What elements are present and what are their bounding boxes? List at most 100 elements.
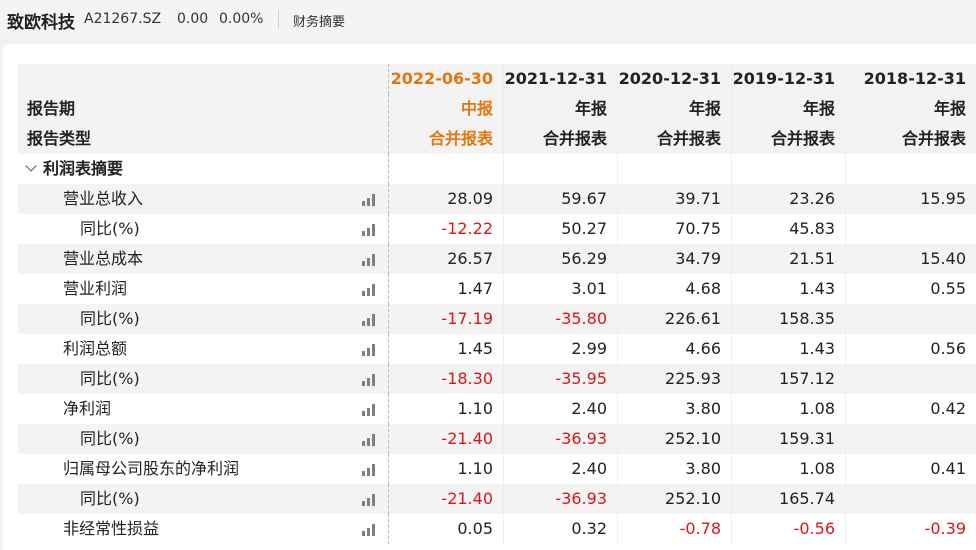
- row-label: 同比(%): [18, 484, 388, 514]
- row-label-text: 归属母公司股东的净利润: [63, 459, 240, 478]
- table-cell: 225.93: [617, 364, 731, 394]
- table-cell: [845, 424, 976, 454]
- table-cell: 1.08: [731, 454, 845, 484]
- table-cell: -17.19: [388, 304, 503, 334]
- table-cell: 1.45: [388, 334, 503, 364]
- column-period: 年报: [503, 94, 617, 124]
- header-corner: [18, 64, 388, 94]
- table-cell: 3.80: [617, 454, 731, 484]
- table-cell: 252.10: [617, 424, 731, 454]
- bar-chart-icon[interactable]: [362, 373, 378, 386]
- row-label: 同比(%): [18, 214, 388, 244]
- table-cell: 34.79: [617, 244, 731, 274]
- table-cell: -21.40: [388, 484, 503, 514]
- table-cell: 0.42: [845, 394, 976, 424]
- row-label: 归属母公司股东的净利润: [18, 454, 388, 484]
- row-label-text: 利润总额: [63, 339, 128, 358]
- table-cell: 45.83: [731, 214, 845, 244]
- table-cell: 0.05: [388, 514, 503, 544]
- column-date[interactable]: 2021-12-31: [503, 64, 617, 94]
- bar-chart-icon[interactable]: [362, 313, 378, 326]
- stock-price: 0.00: [177, 11, 209, 27]
- table-cell: 70.75: [617, 214, 731, 244]
- column-period: 年报: [617, 94, 731, 124]
- stock-header: 致欧科技 A21267.SZ 0.00 0.00% 财务摘要: [0, 0, 976, 40]
- table-cell: 2.40: [503, 394, 617, 424]
- bar-chart-icon[interactable]: [362, 403, 378, 416]
- column-report-type: 合并报表: [617, 124, 731, 154]
- row-label-text: 非经常性损益: [63, 519, 160, 538]
- row-label-text: 同比(%): [80, 429, 140, 448]
- row-label: 同比(%): [18, 304, 388, 334]
- table-cell: 252.10: [617, 484, 731, 514]
- column-report-type: 合并报表: [388, 124, 503, 154]
- column-date[interactable]: 2022-06-30: [388, 64, 503, 94]
- table-cell: -36.93: [503, 484, 617, 514]
- table-cell: 56.29: [503, 244, 617, 274]
- table-cell: 158.35: [731, 304, 845, 334]
- table-cell: 1.08: [731, 394, 845, 424]
- table-cell: 0.41: [845, 454, 976, 484]
- table-cell: 0.32: [503, 514, 617, 544]
- row-label-text: 营业总成本: [63, 249, 144, 268]
- table-cell: 1.43: [731, 334, 845, 364]
- section-tab-financial-summary[interactable]: 财务摘要: [293, 11, 345, 30]
- table-cell: 0.56: [845, 334, 976, 364]
- row-label-text: 同比(%): [80, 489, 140, 508]
- column-report-type: 合并报表: [503, 124, 617, 154]
- column-date[interactable]: 2019-12-31: [731, 64, 845, 94]
- section-spacer: [845, 154, 976, 184]
- column-period: 年报: [845, 94, 976, 124]
- section-spacer: [617, 154, 731, 184]
- bar-chart-icon[interactable]: [362, 433, 378, 446]
- bar-chart-icon[interactable]: [362, 493, 378, 506]
- column-date[interactable]: 2020-12-31: [617, 64, 731, 94]
- table-cell: [845, 304, 976, 334]
- section-spacer: [503, 154, 617, 184]
- table-cell: [845, 484, 976, 514]
- table-cell: 3.01: [503, 274, 617, 304]
- table-cell: 15.40: [845, 244, 976, 274]
- row-label: 营业总成本: [18, 244, 388, 274]
- bar-chart-icon[interactable]: [362, 523, 378, 536]
- table-cell: 50.27: [503, 214, 617, 244]
- table-cell: 15.95: [845, 184, 976, 214]
- table-cell: -0.78: [617, 514, 731, 544]
- table-cell: 2.99: [503, 334, 617, 364]
- row-label-text: 营业利润: [63, 279, 128, 298]
- table-cell: -0.39: [845, 514, 976, 544]
- bar-chart-icon[interactable]: [362, 193, 378, 206]
- section-spacer: [731, 154, 845, 184]
- table-cell: 1.43: [731, 274, 845, 304]
- row-label-text: 同比(%): [80, 219, 140, 238]
- bar-chart-icon[interactable]: [362, 223, 378, 236]
- stock-name: 致欧科技: [7, 13, 75, 33]
- table-cell: 0.55: [845, 274, 976, 304]
- table-cell: 28.09: [388, 184, 503, 214]
- table-cell: 1.47: [388, 274, 503, 304]
- table-cell: 4.66: [617, 334, 731, 364]
- section-toggle-income-statement[interactable]: 利润表摘要: [18, 154, 388, 184]
- table-cell: 4.68: [617, 274, 731, 304]
- bar-chart-icon[interactable]: [362, 283, 378, 296]
- row-label-text: 同比(%): [80, 369, 140, 388]
- table-cell: 3.80: [617, 394, 731, 424]
- table-cell: 59.67: [503, 184, 617, 214]
- bar-chart-icon[interactable]: [362, 343, 378, 356]
- table-cell: -35.80: [503, 304, 617, 334]
- table-cell: -0.56: [731, 514, 845, 544]
- table-cell: [845, 364, 976, 394]
- row-label-text: 营业总收入: [63, 189, 144, 208]
- column-date[interactable]: 2018-12-31: [845, 64, 976, 94]
- section-title: 利润表摘要: [43, 159, 124, 178]
- table-cell: 1.10: [388, 394, 503, 424]
- bar-chart-icon[interactable]: [362, 463, 378, 476]
- financial-summary-table: 2022-06-30 2021-12-31 2020-12-31 2019-12-31…: [18, 64, 976, 550]
- row-label: 营业利润: [18, 274, 388, 304]
- table-cell: 159.31: [731, 424, 845, 454]
- row-label-text: 净利润: [63, 399, 112, 418]
- chevron-down-icon[interactable]: [25, 160, 37, 172]
- bar-chart-icon[interactable]: [362, 253, 378, 266]
- row-label: 同比(%): [18, 424, 388, 454]
- section-spacer: [388, 154, 503, 184]
